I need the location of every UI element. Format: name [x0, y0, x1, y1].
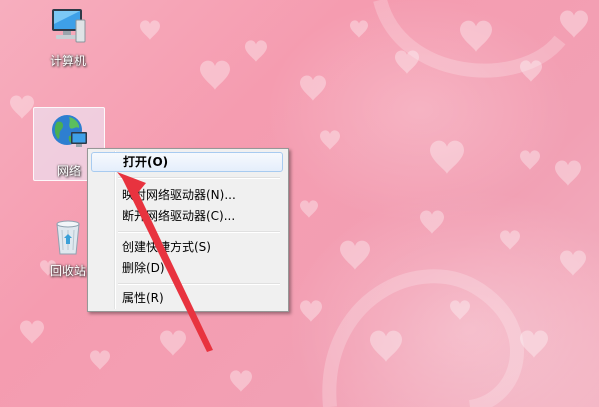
menu-item-open[interactable]: 打开(O) [91, 152, 283, 172]
desktop-icon-computer[interactable]: 计算机 [38, 6, 98, 69]
recycle-bin-icon [48, 216, 88, 256]
menu-separator [118, 283, 280, 285]
menu-item-properties[interactable]: 属性(R) [91, 288, 283, 308]
desktop-icon-label: 计算机 [49, 54, 86, 68]
menu-icon-gutter [114, 151, 116, 309]
network-globe-icon [49, 112, 89, 152]
menu-separator [118, 177, 280, 179]
menu-item-create-shortcut[interactable]: 创建快捷方式(S) [91, 237, 283, 257]
menu-item-disconnect-network-drive[interactable]: 断开网络驱动器(C)... [91, 206, 283, 226]
computer-icon [48, 6, 88, 46]
menu-separator [118, 231, 280, 233]
menu-item-map-network-drive[interactable]: 映射网络驱动器(N)... [91, 185, 283, 205]
context-menu: 打开(O) 映射网络驱动器(N)... 断开网络驱动器(C)... 创建快捷方式… [87, 148, 289, 312]
menu-item-delete[interactable]: 删除(D) [91, 258, 283, 278]
